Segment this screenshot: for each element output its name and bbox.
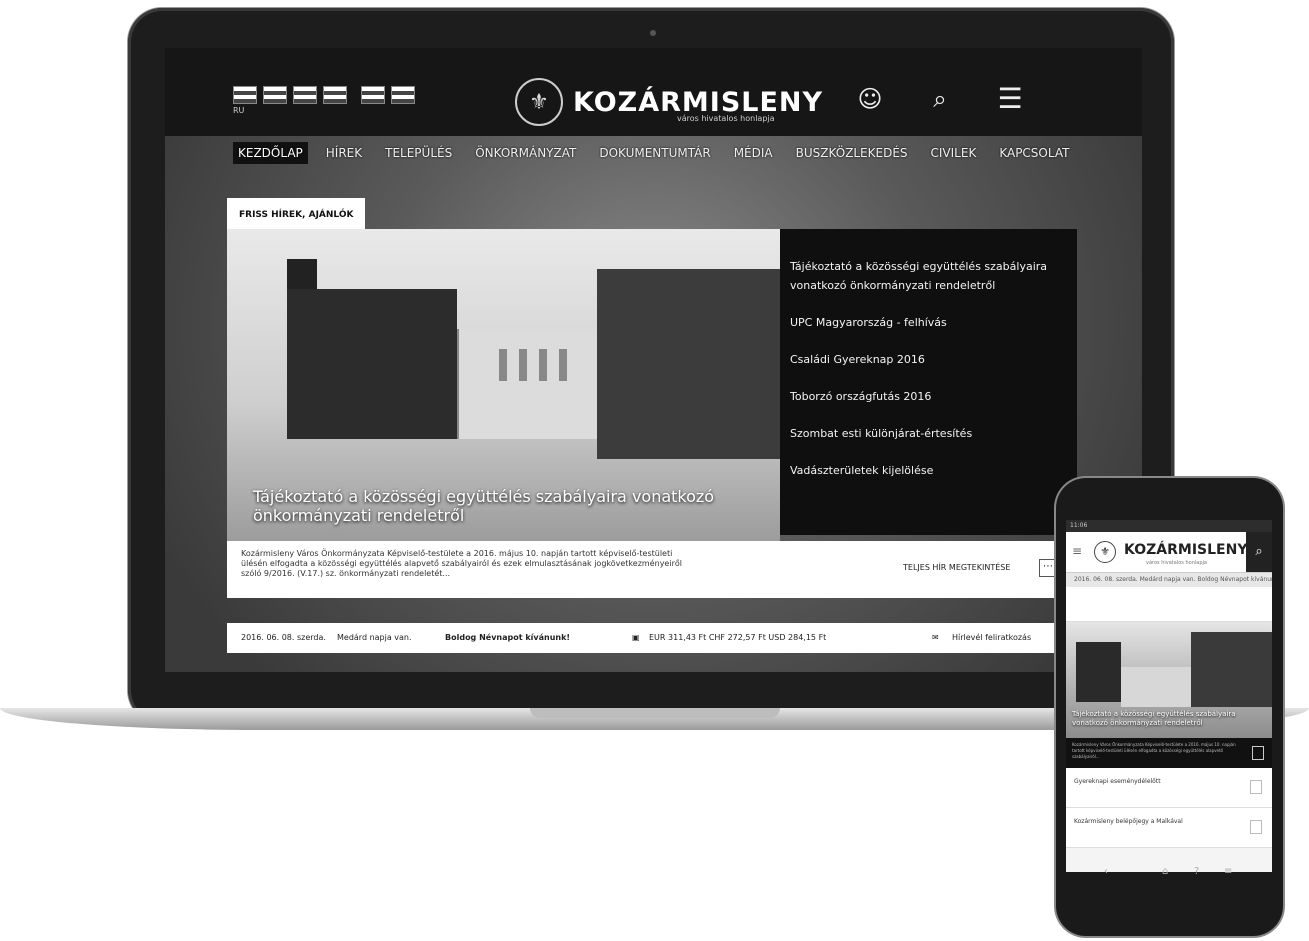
phone-list-item[interactable]: Kozármisleny belépőjegy a Malkával	[1066, 808, 1272, 848]
hamburger-menu-icon[interactable]: ☰	[995, 84, 1025, 114]
laptop-notch	[530, 708, 780, 718]
laptop-camera	[650, 30, 656, 36]
nav-item-telepules[interactable]: TELEPÜLÉS	[380, 142, 457, 164]
flag-fi-icon[interactable]	[391, 86, 415, 104]
accessibility-icon[interactable]: ☺	[855, 84, 885, 114]
news-list-item[interactable]: Toborzó országfutás 2016	[790, 387, 1077, 406]
phone-excerpt: Kozármisleny Város Önkormányzata Képvise…	[1066, 738, 1272, 768]
phone-screen: 11:06 ≡ ⚜ KOZÁRMISLENY város hivatalos h…	[1066, 520, 1272, 872]
phone-site-title[interactable]: KOZÁRMISLENY	[1124, 542, 1247, 558]
crest-icon: ⚜	[1094, 541, 1116, 563]
nav-item-hirek[interactable]: HÍREK	[321, 142, 367, 164]
news-list-item[interactable]: Családi Gyereknap 2016	[790, 350, 1077, 369]
mail-icon: ✉	[932, 633, 939, 642]
recents-icon[interactable]: ≡	[1224, 866, 1232, 877]
nav-item-media[interactable]: MÉDIA	[729, 142, 778, 164]
exchange-rates: EUR 311,43 Ft CHF 272,57 Ft USD 284,15 F…	[649, 633, 827, 642]
bank-icon: ▣	[632, 633, 640, 642]
flag-en-icon[interactable]	[263, 86, 287, 104]
info-bar: 2016. 06. 08. szerda. Medárd napja van. …	[227, 623, 1077, 653]
hero-image[interactable]: Tájékoztató a közösségi együttélés szabá…	[227, 229, 780, 541]
site-title: KOZÁRMISLENY	[573, 86, 824, 118]
flag-ru-icon[interactable]	[361, 86, 385, 104]
language-flags	[233, 86, 415, 104]
phone-status-bar: 11:06	[1066, 520, 1272, 532]
building-middle	[1121, 667, 1191, 707]
nav-item-dokumentumtar[interactable]: DOKUMENTUMTÁR	[594, 142, 715, 164]
building-left	[1076, 642, 1121, 702]
main-nav: KEZDŐLAP HÍREK TELEPÜLÉS ÖNKORMÁNYZAT DO…	[233, 142, 1074, 164]
phone-list-item-label: Gyereknapi eseménydélelőtt	[1074, 778, 1161, 785]
hero-caption[interactable]: Tájékoztató a közösségi együttélés szabá…	[253, 487, 780, 525]
flag-hr-icon[interactable]	[323, 86, 347, 104]
more-icon[interactable]	[1252, 746, 1264, 760]
news-side-list: Tájékoztató a közösségi együttélés szabá…	[780, 229, 1077, 535]
nav-item-buszkozlekedes[interactable]: BUSZKÖZLEKEDÉS	[791, 142, 913, 164]
phone-site-subtitle: város hivatalos honlapja	[1146, 560, 1207, 566]
greeting-text: Boldog Névnapot kívánunk!	[445, 633, 571, 642]
building-right	[597, 269, 780, 459]
phone-hero-caption[interactable]: Tájékoztató a közösségi együttélés szabá…	[1072, 710, 1262, 728]
news-list-item[interactable]: Tájékoztató a közösségi együttélés szabá…	[790, 257, 1077, 295]
building-left	[287, 289, 457, 439]
building-middle	[457, 329, 609, 439]
more-icon[interactable]	[1250, 820, 1262, 834]
news-list-item[interactable]: Vadászterületek kijelölése	[790, 461, 1077, 480]
newsletter-link[interactable]: Hírlevél feliratkozás	[952, 633, 1031, 642]
news-excerpt: Kozármisleny Város Önkormányzata Képvise…	[227, 541, 1077, 598]
date-text: 2016. 06. 08. szerda.	[241, 633, 326, 642]
nav-item-civilek[interactable]: CIVILEK	[926, 142, 982, 164]
nav-item-kapcsolat[interactable]: KAPCSOLAT	[994, 142, 1074, 164]
phone-list-item[interactable]: Gyereknapi eseménydélelőtt	[1066, 768, 1272, 808]
excerpt-text: Kozármisleny Város Önkormányzata Képvise…	[241, 549, 682, 578]
home-icon[interactable]: ⌂	[1162, 866, 1168, 877]
more-icon[interactable]: ⋯	[1039, 559, 1057, 577]
site-header: RU ⚜ KOZÁRMISLENY város hivatalos honlap…	[165, 48, 1142, 136]
language-label: RU	[233, 106, 245, 115]
back-icon[interactable]: ‹	[1104, 866, 1108, 877]
building-right	[1191, 632, 1272, 707]
phone-list-item-label: Kozármisleny belépőjegy a Malkával	[1074, 818, 1183, 825]
phone-excerpt-text: Kozármisleny Város Önkormányzata Képvise…	[1072, 742, 1236, 759]
crest-icon: ⚜	[515, 78, 563, 126]
read-more-link[interactable]: TELJES HÍR MEGTEKINTÉSE	[903, 563, 1010, 572]
phone-tabs	[1066, 587, 1272, 622]
site-logo[interactable]: ⚜ KOZÁRMISLENY	[515, 78, 823, 126]
news-list-item[interactable]: Szombat esti különjárat-értesítés	[790, 424, 1077, 443]
nameday-text: Medárd napja van.	[337, 633, 412, 642]
news-tab[interactable]: FRISS HÍREK, AJÁNLÓK	[227, 198, 366, 232]
phone-hero-image[interactable]: Tájékoztató a közösségi együttélés szabá…	[1066, 622, 1272, 738]
search-icon[interactable]: ⌕	[925, 84, 955, 114]
phone-ticker: 2016. 06. 08. szerda. Medárd napja van. …	[1066, 573, 1272, 587]
flag-de-icon[interactable]	[293, 86, 317, 104]
help-icon[interactable]: ?	[1194, 866, 1199, 877]
hamburger-menu-icon[interactable]: ≡	[1072, 544, 1082, 558]
phone-nav-bar: ‹ ⌂ ? ≡	[1066, 862, 1272, 884]
laptop-screen: RU ⚜ KOZÁRMISLENY város hivatalos honlap…	[165, 48, 1142, 672]
search-icon[interactable]: ⌕	[1246, 532, 1272, 572]
more-icon[interactable]	[1250, 780, 1262, 794]
phone-header: ≡ ⚜ KOZÁRMISLENY város hivatalos honlapj…	[1066, 532, 1272, 573]
flag-hu-icon[interactable]	[233, 86, 257, 104]
news-list-item[interactable]: UPC Magyarország - felhívás	[790, 313, 1077, 332]
nav-item-kezdolap[interactable]: KEZDŐLAP	[233, 142, 308, 164]
nav-item-onkormanyzat[interactable]: ÖNKORMÁNYZAT	[470, 142, 581, 164]
site-subtitle: város hivatalos honlapja	[677, 114, 775, 123]
